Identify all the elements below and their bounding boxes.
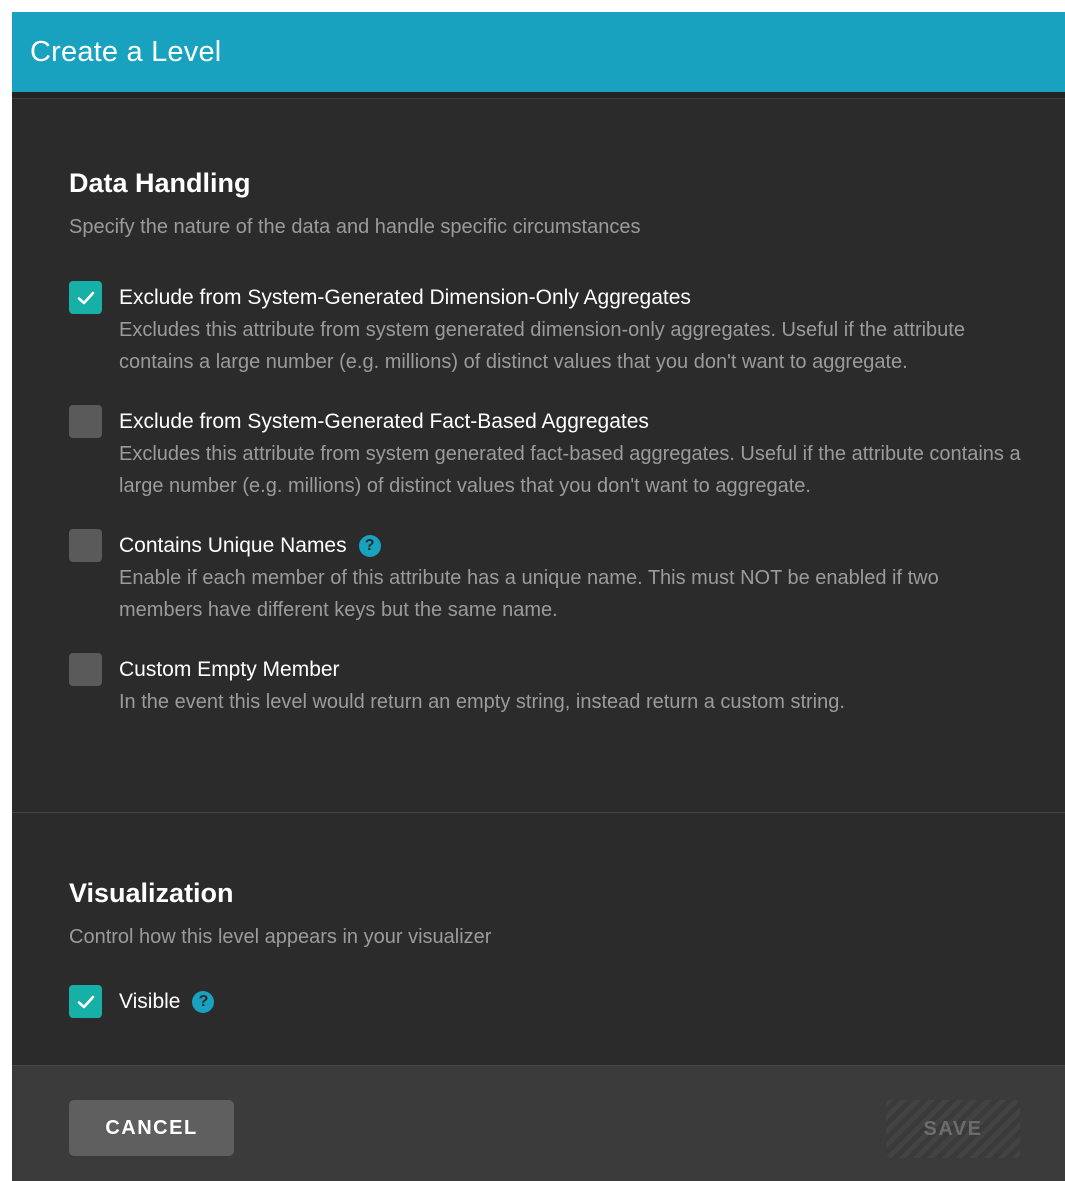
option-visible: Visible ? xyxy=(69,985,1025,1018)
unique-names-checkbox[interactable] xyxy=(69,529,102,562)
option-label: Contains Unique Names xyxy=(119,534,347,557)
dialog-title: Create a Level xyxy=(30,35,222,68)
option-exclude-fact-aggregates: Exclude from System-Generated Fact-Based… xyxy=(69,405,1025,502)
option-label: Custom Empty Member xyxy=(119,658,340,681)
option-description: Enable if each member of this attribute … xyxy=(119,567,939,621)
option-label: Exclude from System-Generated Dimension-… xyxy=(119,286,691,309)
option-exclude-dimension-aggregates: Exclude from System-Generated Dimension-… xyxy=(69,281,1025,378)
data-handling-description: Specify the nature of the data and handl… xyxy=(69,216,641,238)
visible-label: Visible xyxy=(119,990,181,1013)
visualization-section: Visualization Control how this level app… xyxy=(12,813,1065,1074)
exclude-fact-aggregates-checkbox[interactable] xyxy=(69,405,102,438)
question-circle-icon[interactable]: ? xyxy=(192,990,215,1013)
visualization-description: Control how this level appears in your v… xyxy=(69,926,492,948)
check-icon xyxy=(77,995,94,1008)
custom-empty-member-checkbox[interactable] xyxy=(69,653,102,686)
dialog-footer: CANCEL SAVE xyxy=(12,1065,1065,1181)
visualization-title: Visualization xyxy=(69,878,234,908)
option-custom-empty-member: Custom Empty Member In the event this le… xyxy=(69,653,1025,718)
dialog-header: Create a Level xyxy=(12,12,1065,92)
cancel-button[interactable]: CANCEL xyxy=(69,1100,234,1156)
exclude-dimension-aggregates-checkbox[interactable] xyxy=(69,281,102,314)
option-description: Excludes this attribute from system gene… xyxy=(119,443,1021,497)
option-unique-names: Contains Unique Names ? Enable if each m… xyxy=(69,529,1025,626)
visible-checkbox[interactable] xyxy=(69,985,102,1018)
data-handling-title: Data Handling xyxy=(69,168,251,198)
question-circle-icon[interactable]: ? xyxy=(358,534,381,557)
option-description: Excludes this attribute from system gene… xyxy=(119,319,965,373)
option-label: Exclude from System-Generated Fact-Based… xyxy=(119,410,649,433)
check-icon xyxy=(77,291,94,304)
data-handling-section: Data Handling Specify the nature of the … xyxy=(12,99,1065,813)
save-button[interactable]: SAVE xyxy=(886,1100,1020,1158)
option-description: In the event this level would return an … xyxy=(119,691,845,713)
header-divider xyxy=(12,92,1065,99)
create-level-dialog: Create a Level Data Handling Specify the… xyxy=(12,12,1065,1181)
